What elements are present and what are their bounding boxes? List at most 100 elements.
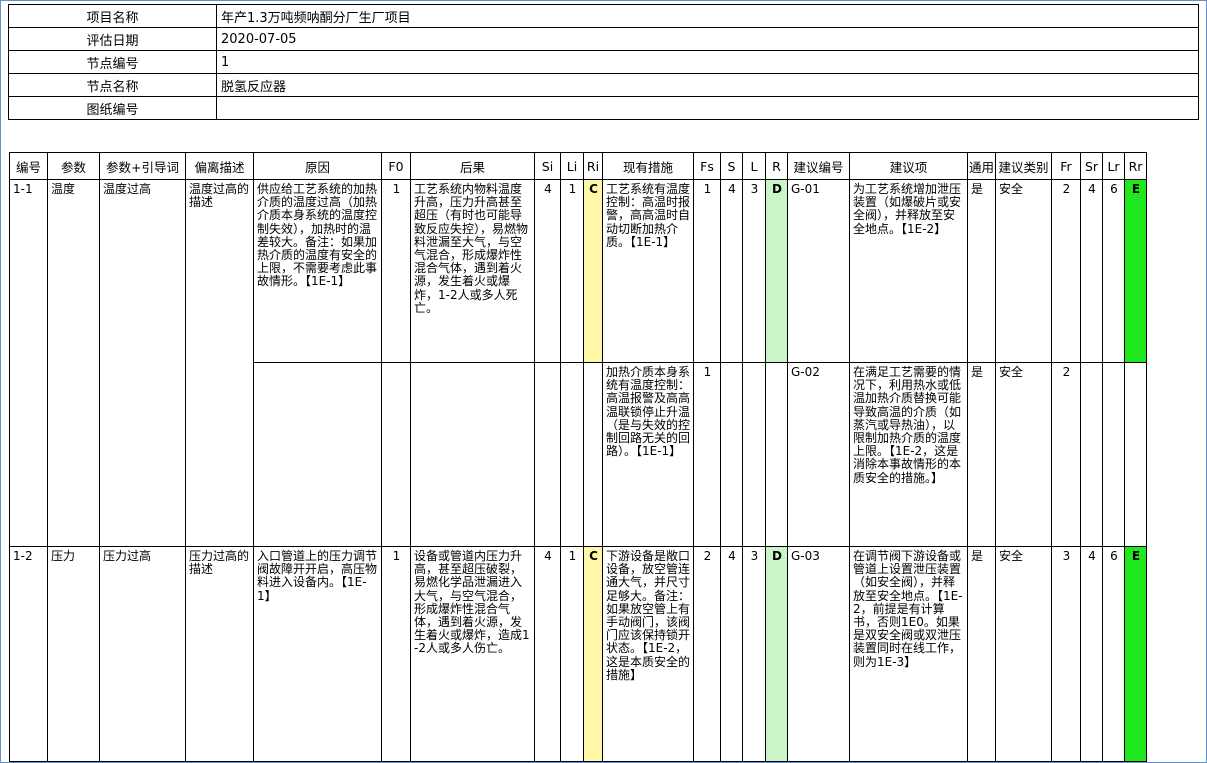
- info-label: 图纸编号: [8, 96, 217, 120]
- project-info-table: 项目名称 年产1.3万吨频呐酮分厂生厂项目 评估日期 2020-07-05 节点…: [8, 4, 1199, 120]
- cell-f0[interactable]: 1: [381, 179, 411, 363]
- info-value[interactable]: 1: [216, 50, 1199, 74]
- cell-fs[interactable]: 1: [693, 179, 721, 363]
- col-header[interactable]: 参数: [47, 152, 100, 180]
- cell-cause[interactable]: [253, 362, 382, 547]
- cell-parameter[interactable]: 压力: [47, 546, 100, 762]
- cell-fr[interactable]: 2: [1051, 362, 1081, 547]
- col-header[interactable]: Fs: [693, 152, 721, 180]
- info-value[interactable]: 脱氢反应器: [216, 73, 1199, 97]
- cell-cause[interactable]: 供应给工艺系统的加热介质的温度过高（加热介质本身系统的温度控制失效），加热时的温…: [253, 179, 382, 363]
- col-header[interactable]: Si: [534, 152, 561, 180]
- col-header[interactable]: 现有措施: [602, 152, 694, 180]
- col-header[interactable]: 编号: [9, 152, 48, 180]
- cell-rec-no[interactable]: G-01: [787, 179, 850, 363]
- col-header[interactable]: Ri: [583, 152, 603, 180]
- col-header[interactable]: Rr: [1124, 152, 1147, 180]
- cell-measure[interactable]: 工艺系统有温度控制：高温时报警，高高温时自动切断加热介质。【1E-1】: [602, 179, 694, 363]
- cell-rr[interactable]: E: [1124, 546, 1147, 762]
- cell-sr[interactable]: 4: [1080, 546, 1103, 762]
- info-label: 项目名称: [8, 4, 217, 28]
- info-value[interactable]: [216, 96, 1199, 120]
- cell-category[interactable]: 安全: [995, 546, 1052, 762]
- cell-si[interactable]: 4: [534, 546, 561, 762]
- cell-si[interactable]: 4: [534, 179, 561, 363]
- cell-common[interactable]: 是: [967, 362, 996, 547]
- cell-fr[interactable]: 2: [1051, 179, 1081, 363]
- info-value[interactable]: 2020-07-05: [216, 27, 1199, 51]
- col-header[interactable]: 建议项: [849, 152, 968, 180]
- cell-category[interactable]: 安全: [995, 362, 1052, 547]
- cell-deviation[interactable]: 压力过高的描述: [185, 546, 254, 762]
- cell-rec-no[interactable]: G-03: [787, 546, 850, 762]
- cell-fr[interactable]: 3: [1051, 546, 1081, 762]
- col-header[interactable]: 通用: [967, 152, 996, 180]
- cell-l[interactable]: [742, 362, 766, 547]
- cell-s[interactable]: 4: [720, 179, 743, 363]
- cell-id[interactable]: 1-2: [9, 546, 48, 762]
- cell-rec-no[interactable]: G-02: [787, 362, 850, 547]
- cell-sr[interactable]: [1080, 362, 1103, 547]
- info-value[interactable]: 年产1.3万吨频呐酮分厂生厂项目: [216, 4, 1199, 28]
- cell-common[interactable]: 是: [967, 546, 996, 762]
- cell-li[interactable]: 1: [560, 179, 584, 363]
- col-header[interactable]: 偏离描述: [185, 152, 254, 180]
- info-row-node-number: 节点编号 1: [8, 50, 1199, 74]
- cell-s[interactable]: [720, 362, 743, 547]
- cell-cause[interactable]: 入口管道上的压力调节阀故障开开启，高压物料进入设备内。【1E-1】: [253, 546, 382, 762]
- info-label: 节点名称: [8, 73, 217, 97]
- cell-f0[interactable]: 1: [381, 546, 411, 762]
- col-header[interactable]: F0: [381, 152, 411, 180]
- cell-lr[interactable]: 6: [1102, 546, 1125, 762]
- cell-si[interactable]: [534, 362, 561, 547]
- cell-parameter[interactable]: 温度: [47, 179, 100, 547]
- cell-li[interactable]: 1: [560, 546, 584, 762]
- col-header[interactable]: L: [742, 152, 766, 180]
- cell-lr[interactable]: 6: [1102, 179, 1125, 363]
- cell-r[interactable]: D: [765, 179, 788, 363]
- cell-guideword[interactable]: 温度过高: [99, 179, 186, 547]
- cell-rr[interactable]: E: [1124, 179, 1147, 363]
- cell-fs[interactable]: 1: [693, 362, 721, 547]
- cell-consequence[interactable]: 工艺系统内物料温度升高，压力升高甚至超压（有时也可能导致反应失控），易燃物料泄漏…: [410, 179, 535, 363]
- col-header[interactable]: R: [765, 152, 788, 180]
- header-row: 编号 参数 参数+引导词 偏离描述 原因 F0 后果 Si Li Ri 现有措施…: [9, 152, 1147, 180]
- col-header[interactable]: 后果: [410, 152, 535, 180]
- cell-rec-text[interactable]: 在调节阀下游设备或管道上设置泄压装置（如安全阀），并释放至安全地点。【1E-2，…: [849, 546, 968, 762]
- cell-r[interactable]: [765, 362, 788, 547]
- cell-id[interactable]: 1-1: [9, 179, 48, 547]
- col-header[interactable]: 建议编号: [787, 152, 850, 180]
- cell-s[interactable]: 4: [720, 546, 743, 762]
- cell-l[interactable]: 3: [742, 546, 766, 762]
- cell-consequence[interactable]: [410, 362, 535, 547]
- cell-ri[interactable]: [583, 362, 603, 547]
- col-header[interactable]: 原因: [253, 152, 382, 180]
- cell-guideword[interactable]: 压力过高: [99, 546, 186, 762]
- col-header[interactable]: Fr: [1051, 152, 1081, 180]
- cell-consequence[interactable]: 设备或管道内压力升高，甚至超压破裂，易燃化学品泄漏进入大气，与空气混合，形成爆炸…: [410, 546, 535, 762]
- cell-f0[interactable]: [381, 362, 411, 547]
- cell-rec-text[interactable]: 在满足工艺需要的情况下，利用热水或低温加热介质替换可能导致高温的介质（如蒸汽或导…: [849, 362, 968, 547]
- cell-measure[interactable]: 加热介质本身系统有温度控制：高温报警及高高温联锁停止升温（是与失效的控制回路无关…: [602, 362, 694, 547]
- cell-ri[interactable]: C: [583, 179, 603, 363]
- col-header[interactable]: 参数+引导词: [99, 152, 186, 180]
- cell-lr[interactable]: [1102, 362, 1125, 547]
- col-header[interactable]: 建议类别: [995, 152, 1052, 180]
- cell-ri[interactable]: C: [583, 546, 603, 762]
- col-header[interactable]: Lr: [1102, 152, 1125, 180]
- cell-sr[interactable]: 4: [1080, 179, 1103, 363]
- col-header[interactable]: Sr: [1080, 152, 1103, 180]
- col-header[interactable]: S: [720, 152, 743, 180]
- cell-l[interactable]: 3: [742, 179, 766, 363]
- cell-li[interactable]: [560, 362, 584, 547]
- cell-r[interactable]: D: [765, 546, 788, 762]
- info-row-drawing-number: 图纸编号: [8, 96, 1199, 120]
- cell-common[interactable]: 是: [967, 179, 996, 363]
- cell-rec-text[interactable]: 为工艺系统增加泄压装置（如爆破片或安全阀），并释放至安全地点。【1E-2】: [849, 179, 968, 363]
- cell-category[interactable]: 安全: [995, 179, 1052, 363]
- cell-measure[interactable]: 下游设备是敞口设备，放空管连通大气，并尺寸足够大。备注：如果放空管上有手动阀门，…: [602, 546, 694, 762]
- col-header[interactable]: Li: [560, 152, 584, 180]
- cell-deviation[interactable]: 温度过高的描述: [185, 179, 254, 547]
- cell-fs[interactable]: 2: [693, 546, 721, 762]
- cell-rr[interactable]: [1124, 362, 1147, 547]
